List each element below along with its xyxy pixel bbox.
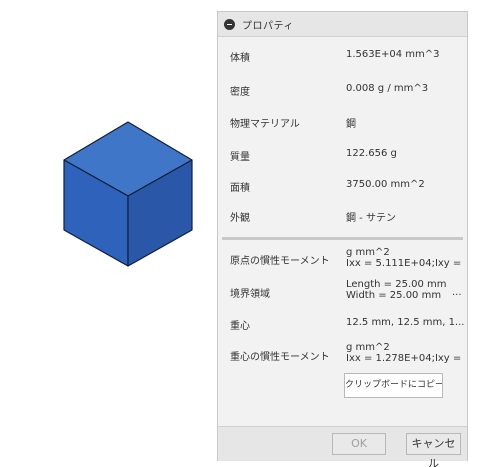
dialog-footer: OK キャンセル — [218, 426, 467, 467]
property-value: 3750.00 mm^2 — [346, 179, 425, 190]
property-label: 重心 — [230, 321, 250, 332]
viewport[interactable]: プロパティ 体積 1.563E+04 mm^3 密度 0.008 g / mm^… — [0, 0, 490, 467]
property-value-line: Length = 25.00 mm — [346, 279, 447, 290]
property-label: 面積 — [230, 183, 250, 194]
property-label: 外観 — [230, 213, 250, 224]
ok-button[interactable]: OK — [332, 433, 386, 455]
property-value: 鋼 - サテン — [346, 213, 396, 224]
property-value-line: Ixx = 5.111E+04;Ixy = ... — [346, 258, 464, 269]
property-label: 重心の慣性モーメント — [230, 352, 330, 363]
property-label: 境界領域 — [230, 289, 270, 300]
property-value: 1.563E+04 mm^3 — [346, 49, 440, 60]
property-value: 0.008 g / mm^3 — [346, 83, 429, 94]
property-value-text: Width = 25.00 mm — [346, 290, 442, 301]
property-value-line: Width = 25.00 mm ··· — [346, 290, 464, 301]
property-value: 122.656 g — [346, 148, 397, 159]
panel-title: プロパティ — [242, 21, 294, 32]
property-value: 12.5 mm, 12.5 mm, 1... — [346, 317, 464, 328]
minus-circle-icon[interactable] — [224, 19, 235, 30]
more-icon[interactable]: ··· — [452, 290, 462, 301]
cancel-button[interactable]: キャンセル — [406, 433, 461, 467]
property-value-line: g mm^2 — [346, 247, 390, 258]
copy-to-clipboard-button[interactable]: クリップボードにコピー — [344, 373, 443, 398]
property-value-line: Ixx = 1.278E+04;Ixy = ... — [346, 353, 464, 364]
property-label: 物理マテリアル — [230, 119, 300, 130]
property-label: 体積 — [230, 53, 250, 64]
property-value: Length = 25.00 mm Width = 25.00 mm ··· — [346, 279, 464, 301]
property-value: g mm^2 Ixx = 1.278E+04;Ixy = ... — [346, 342, 464, 364]
property-value: 鋼 — [346, 119, 356, 130]
section-divider — [222, 237, 463, 240]
property-value-line: g mm^2 — [346, 342, 390, 353]
property-label: 密度 — [230, 87, 250, 98]
properties-panel: プロパティ 体積 1.563E+04 mm^3 密度 0.008 g / mm^… — [217, 11, 468, 467]
property-value: g mm^2 Ixx = 5.111E+04;Ixy = ... — [346, 247, 464, 269]
cube-model[interactable] — [60, 118, 196, 270]
property-label: 質量 — [230, 152, 250, 163]
property-label: 原点の慣性モーメント — [230, 256, 330, 267]
panel-header[interactable]: プロパティ — [218, 12, 467, 37]
